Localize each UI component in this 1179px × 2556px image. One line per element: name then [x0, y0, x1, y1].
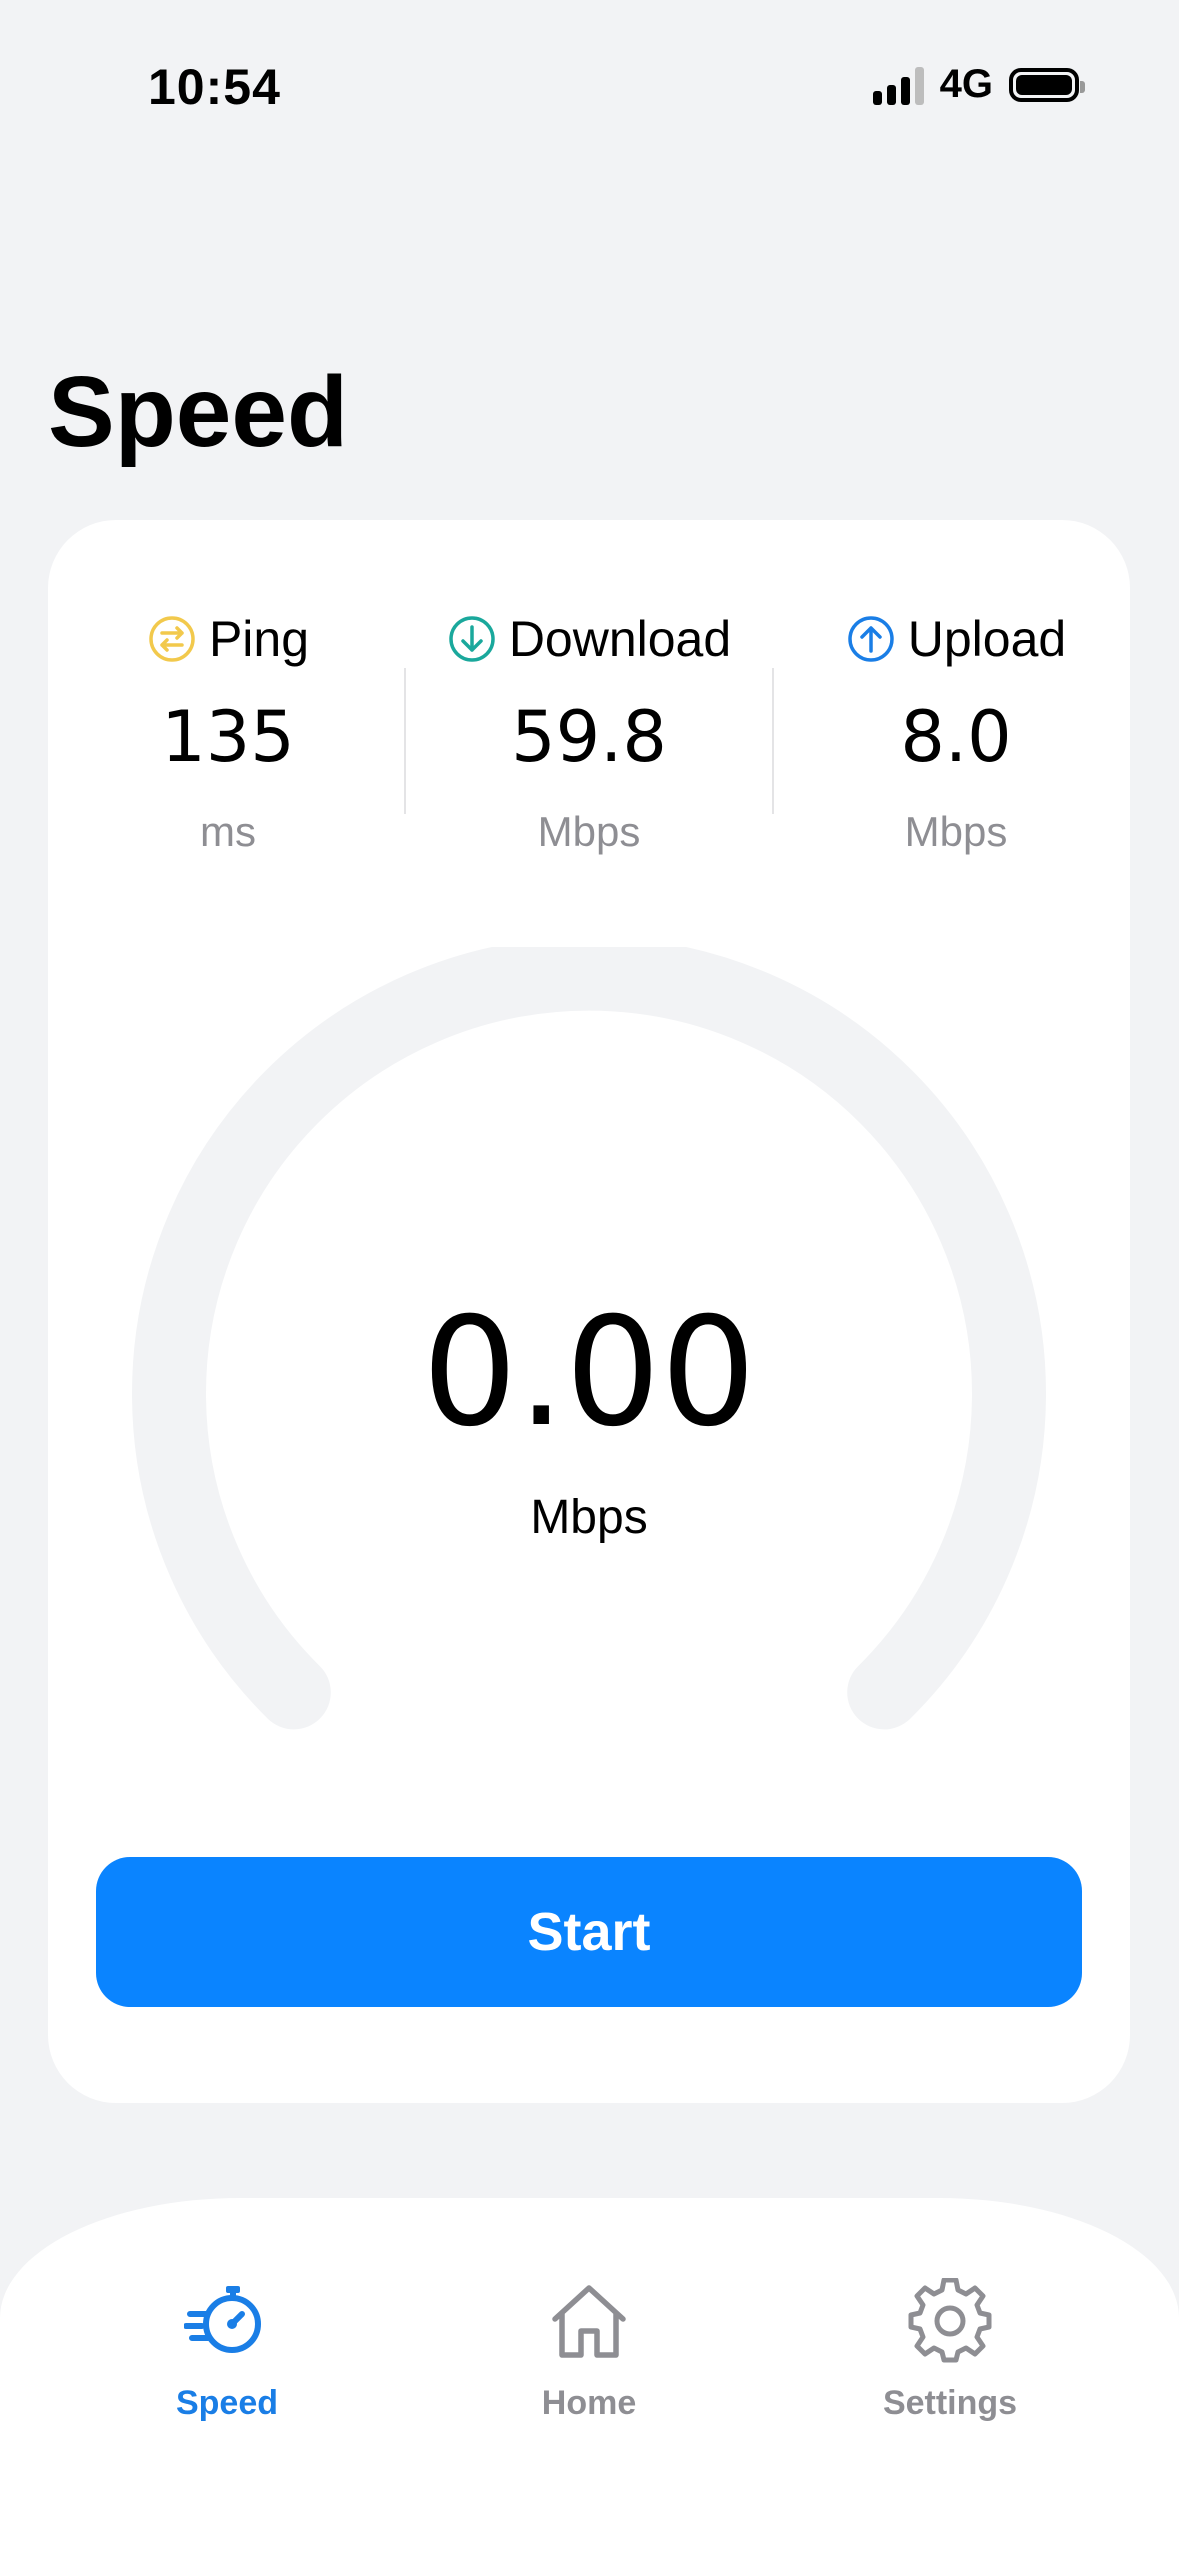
- stopwatch-speed-icon: [184, 2286, 261, 2353]
- upload-unit: Mbps: [904, 808, 1008, 855]
- tab-settings[interactable]: Settings: [840, 2278, 1060, 2423]
- gauge-unit: Mbps: [530, 1491, 648, 1544]
- gear-icon: [908, 2278, 992, 2363]
- tab-settings-label: Settings: [882, 2384, 1018, 2422]
- download-stat: Download 59.8 Mbps: [409, 610, 769, 856]
- page-title: Speed: [48, 356, 349, 468]
- upload-stat: Upload 8.0 Mbps: [776, 610, 1136, 856]
- tab-bar: Speed Home Settings: [0, 2198, 1179, 2556]
- home-icon: [552, 2285, 626, 2358]
- gauge-value: 0.00: [422, 1286, 756, 1460]
- ping-stat: Ping 135 ms: [48, 610, 408, 856]
- tab-home-label: Home: [541, 2384, 637, 2422]
- network-type: 4G: [939, 62, 993, 106]
- battery-icon: [1009, 67, 1085, 102]
- upload-arrow-icon: [848, 616, 894, 662]
- upload-label: Upload: [907, 611, 1067, 667]
- ping-unit: ms: [200, 808, 256, 855]
- stat-divider: [404, 668, 406, 814]
- stat-divider: [772, 668, 774, 814]
- tab-speed-label: Speed: [175, 2384, 279, 2422]
- download-value: 59.8: [511, 696, 667, 778]
- upload-value: 8.0: [900, 696, 1012, 778]
- download-arrow-icon: [449, 616, 495, 662]
- signal-icon: [872, 65, 924, 105]
- speed-card: Ping 135 ms Download 59.8 Mbps Upload 8.…: [48, 520, 1130, 2103]
- tab-speed[interactable]: Speed: [117, 2278, 337, 2423]
- ping-icon: [149, 616, 195, 662]
- status-time: 10:54: [148, 59, 281, 115]
- ping-value: 135: [161, 696, 295, 778]
- download-unit: Mbps: [537, 808, 641, 855]
- ping-label: Ping: [208, 611, 310, 667]
- download-label: Download: [508, 611, 732, 667]
- status-indicators: 4G: [872, 62, 1085, 107]
- start-button[interactable]: Start: [96, 1857, 1082, 2007]
- tab-home[interactable]: Home: [479, 2278, 699, 2423]
